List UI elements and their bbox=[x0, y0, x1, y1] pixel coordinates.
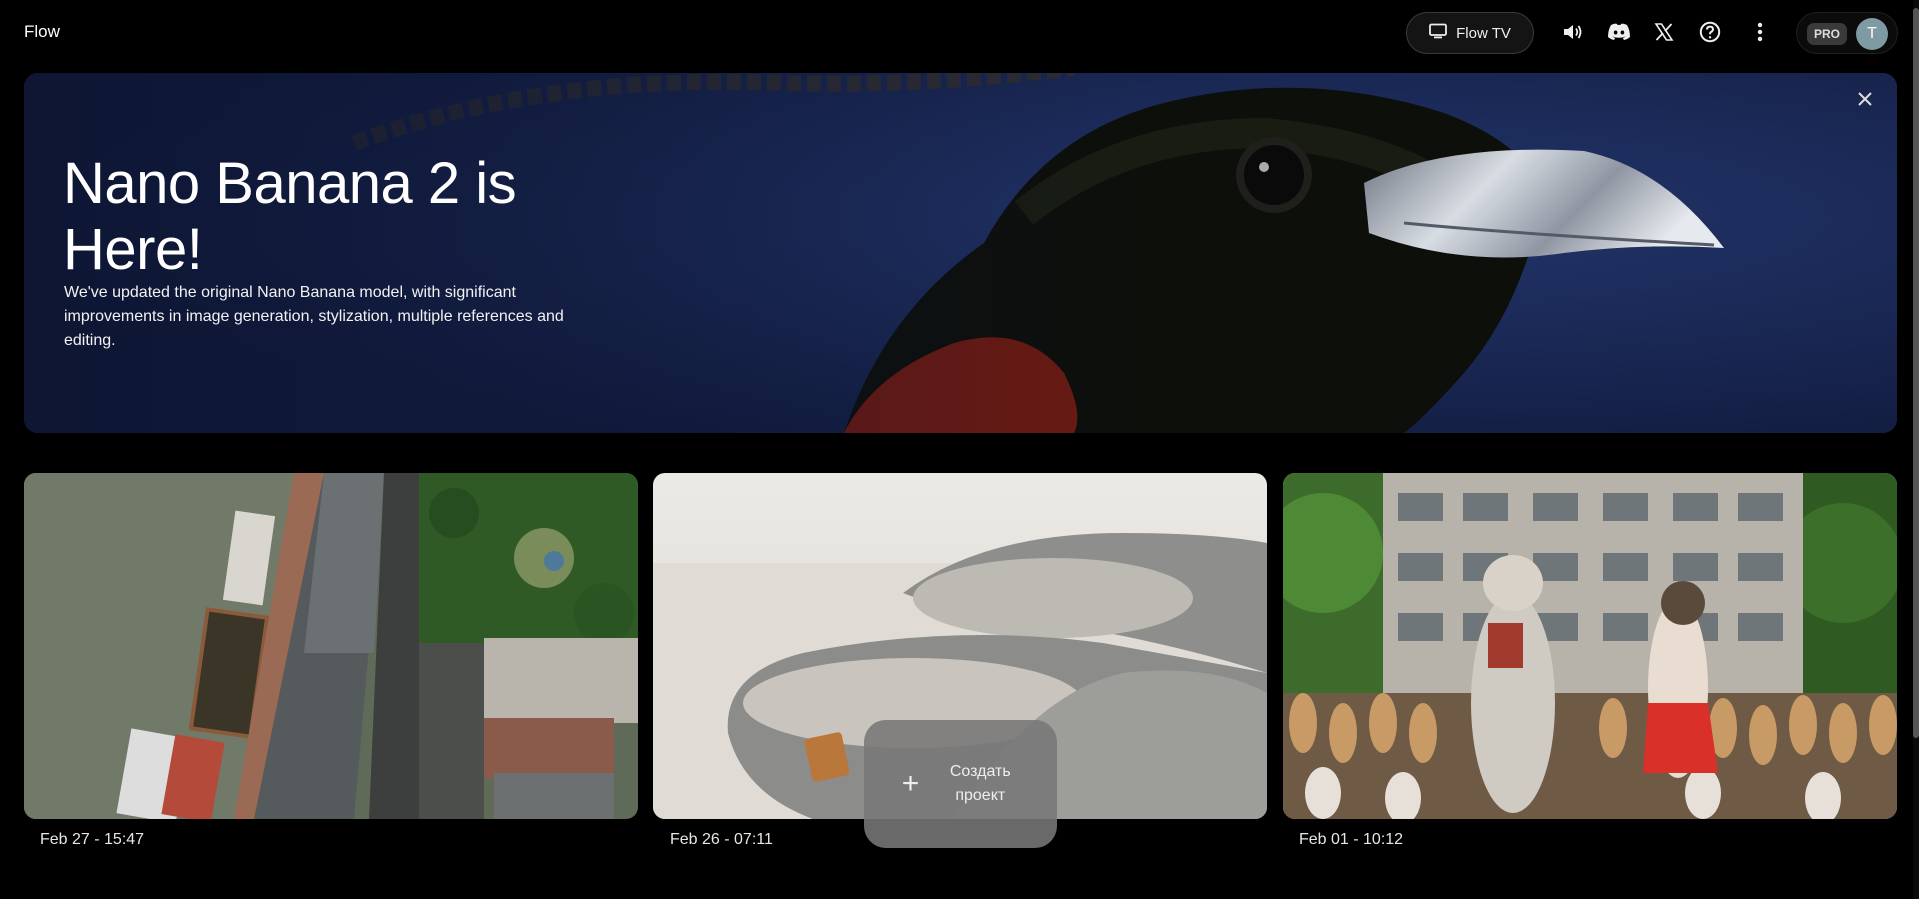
announcement-banner: Nano Banana 2 is Here! We've updated the… bbox=[24, 73, 1897, 433]
account-area[interactable]: PRO T bbox=[1796, 12, 1898, 54]
tv-icon bbox=[1429, 23, 1448, 43]
project-card[interactable] bbox=[24, 473, 638, 819]
top-bar: Flow Flow TV PRO T bbox=[0, 0, 1919, 64]
help-button[interactable] bbox=[1695, 17, 1725, 47]
close-icon bbox=[1857, 91, 1873, 112]
flow-tv-label: Flow TV bbox=[1456, 24, 1511, 42]
project-date: Feb 01 - 10:12 bbox=[1299, 831, 1404, 848]
volume-button[interactable] bbox=[1558, 17, 1588, 47]
project-thumbnail bbox=[1283, 473, 1897, 819]
pro-badge: PRO bbox=[1807, 23, 1847, 45]
banner-title: Nano Banana 2 is Here! bbox=[63, 151, 517, 282]
project-date: Feb 27 - 15:47 bbox=[40, 831, 145, 848]
create-project-button[interactable]: + Создать проект bbox=[864, 720, 1057, 848]
plus-icon: + bbox=[901, 767, 920, 800]
banner-close-button[interactable] bbox=[1851, 87, 1879, 115]
more-vert-icon bbox=[1757, 22, 1763, 42]
app-title[interactable]: Flow bbox=[24, 22, 60, 42]
help-icon bbox=[1699, 21, 1721, 43]
project-date: Feb 26 - 07:11 bbox=[670, 831, 773, 848]
x-icon bbox=[1654, 22, 1674, 42]
x-button[interactable] bbox=[1649, 17, 1679, 47]
project-card[interactable] bbox=[1283, 473, 1897, 819]
discord-icon bbox=[1607, 23, 1631, 41]
create-project-label: Создать проект bbox=[949, 763, 1011, 804]
discord-button[interactable] bbox=[1604, 17, 1634, 47]
page-scrollbar-thumb[interactable] bbox=[1913, 8, 1919, 738]
avatar[interactable]: T bbox=[1856, 18, 1888, 50]
banner-description: We've updated the original Nano Banana m… bbox=[64, 284, 564, 349]
project-thumbnail bbox=[24, 473, 638, 819]
more-button[interactable] bbox=[1745, 17, 1775, 47]
flow-tv-button[interactable]: Flow TV bbox=[1406, 12, 1534, 54]
volume-icon bbox=[1562, 22, 1584, 42]
